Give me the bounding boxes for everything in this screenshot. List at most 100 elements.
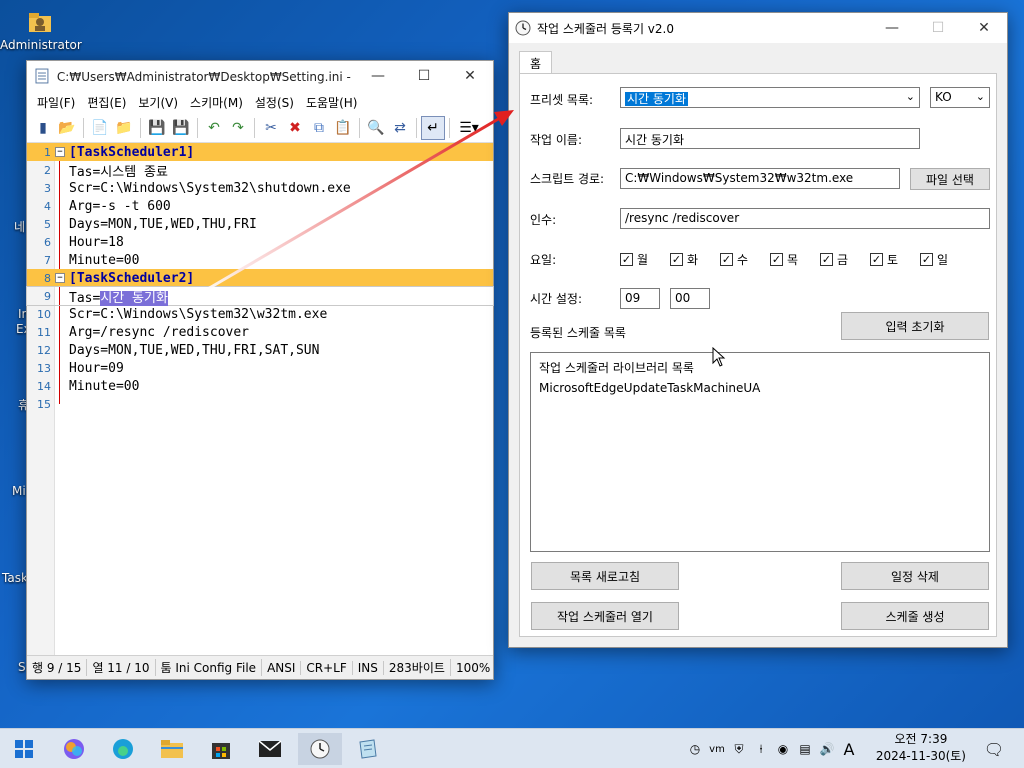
day-checkbox[interactable]: ✓ 월 [620,251,648,268]
day-checkbox[interactable]: ✓ 목 [770,251,798,268]
editor-line[interactable]: 11 Arg=/resync /rediscover [27,323,493,341]
new-file-icon[interactable]: 📄 [88,116,112,140]
close-icon[interactable]: ✕ [447,61,493,91]
delete-schedule-button[interactable]: 일정 삭제 [841,562,989,590]
list-item[interactable]: MicrosoftEdgeUpdateTaskMachineUA [539,381,760,395]
redo-icon[interactable]: ↷ [226,116,250,140]
line-text: Hour=18 [69,234,124,250]
edge-browser-icon[interactable] [103,733,143,765]
notepad-menubar: 파일(F) 편집(E) 보기(V) 스키마(M) 설정(S) 도움말(H) [27,91,493,113]
volume-icon[interactable]: 🔊 [816,742,838,756]
editor-line[interactable]: 6 Hour=18 [27,233,493,251]
time-label: 시간 설정: [530,292,583,306]
network-icon[interactable]: ▤ [794,742,816,756]
scheduler-taskbar-icon[interactable] [298,733,342,765]
hour-input[interactable]: 09 [620,288,660,309]
mouse-cursor-icon [712,347,726,367]
replace-icon[interactable]: ⇄ [388,116,412,140]
start-button[interactable] [4,733,44,765]
day-checkbox[interactable]: ✓ 토 [870,251,898,268]
open-icon[interactable]: 📁 [112,116,136,140]
editor-line[interactable]: 5 Days=MON,TUE,WED,THU,FRI [27,215,493,233]
notepad-app-icon [35,68,49,84]
save-icon[interactable]: 💾 [145,116,169,140]
editor-line[interactable]: 12 Days=MON,TUE,WED,THU,FRI,SAT,SUN [27,341,493,359]
copy-icon[interactable]: ⧉ [307,116,331,140]
vm-tray-icon[interactable]: vm [706,744,728,755]
language-dropdown[interactable]: KO ⌄ [930,87,990,108]
task-name-input[interactable]: 시간 동기화 [620,128,920,149]
fold-toggle-icon[interactable]: − [55,273,65,283]
notification-icon[interactable]: 🗨 [974,733,1014,765]
clock-tray-icon[interactable]: ◷ [684,742,706,756]
editor-line[interactable]: 9 Tas=시간 동기화 [26,286,494,306]
cut-icon[interactable]: ✂ [259,116,283,140]
editor-line[interactable]: 10 Scr=C:\Windows\System32\w32tm.exe [27,305,493,323]
args-input[interactable]: /resync /rediscover [620,208,990,229]
open-folder-icon[interactable]: 📂 [55,116,79,140]
list-item[interactable]: 작업 스케줄러 라이브러리 목록 [539,359,694,376]
preset-selected: 시간 동기화 [625,92,689,106]
script-path-input[interactable]: C:₩Windows₩System32₩w32tm.exe [620,168,900,189]
file-select-button[interactable]: 파일 선택 [910,168,990,190]
reset-input-button[interactable]: 입력 초기화 [841,312,989,340]
delete-icon[interactable]: ✖ [283,116,307,140]
editor-line[interactable]: 15 [27,395,493,413]
menu-file[interactable]: 파일(F) [31,94,81,111]
day-checkbox[interactable]: ✓ 금 [820,251,848,268]
security-shield-icon[interactable]: ⛨ [728,742,750,757]
scheduler-titlebar[interactable]: 작업 스케줄러 등록기 v2.0 — ☐ ✕ [509,13,1007,43]
notebook-icon[interactable]: ▮ [31,116,55,140]
editor-line[interactable]: 8 [TaskScheduler2] − [27,269,493,287]
line-number: 15 [37,397,51,411]
open-task-scheduler-button[interactable]: 작업 스케줄러 열기 [531,602,679,630]
editor-line[interactable]: 13 Hour=09 [27,359,493,377]
file-explorer-icon[interactable] [152,733,192,765]
menu-scheme[interactable]: 스키마(M) [184,94,249,111]
undo-icon[interactable]: ↶ [202,116,226,140]
store-icon[interactable] [201,733,241,765]
list-menu-icon[interactable]: ☰▾ [454,116,484,140]
minute-input[interactable]: 00 [670,288,710,309]
preset-dropdown[interactable]: 시간 동기화 ⌄ [620,87,920,108]
editor-area[interactable]: 1 [TaskScheduler1] −2 Tas=시스템 종료 3 Scr=C:\Win… [26,143,494,655]
save-all-icon[interactable]: 💾 [169,116,193,140]
schedule-list[interactable]: 작업 스케줄러 라이브러리 목록 MicrosoftEdgeUpdateTask… [530,347,990,552]
day-checkbox[interactable]: ✓ 일 [920,251,948,268]
menu-view[interactable]: 보기(V) [132,94,184,111]
editor-line[interactable]: 3 Scr=C:\Windows\System32\shutdown.exe [27,179,493,197]
taskbar-clock[interactable]: 오전 7:39 2024-11-30(토) [876,731,966,765]
editor-line[interactable]: 7 Minute=00 [27,251,493,269]
minimize-icon[interactable]: — [869,13,915,43]
notepad-taskbar-icon[interactable] [348,733,388,765]
minimize-icon[interactable]: — [355,61,401,91]
editor-line[interactable]: 14 Minute=00 [27,377,493,395]
editor-line[interactable]: 4 Arg=-s -t 600 [27,197,493,215]
copilot-icon[interactable] [54,733,94,765]
day-checkbox[interactable]: ✓ 수 [720,251,748,268]
mail-icon[interactable] [250,733,290,765]
webcam-icon[interactable]: ◉ [772,742,794,756]
maximize-icon[interactable]: ☐ [915,13,961,43]
word-wrap-icon[interactable]: ↵ [421,115,445,140]
usb-icon[interactable]: ⍿ [750,742,772,757]
desktop-icon-administrator[interactable]: Administrator [0,8,82,52]
maximize-icon[interactable]: ☐ [401,61,447,91]
editor-line[interactable]: 1 [TaskScheduler1] − [27,143,493,161]
notepad-titlebar[interactable]: C:₩Users₩Administrator₩Desktop₩Setting.i… [27,61,493,91]
day-checkbox[interactable]: ✓ 화 [670,251,698,268]
editor-line[interactable]: 2 Tas=시스템 종료 [27,161,493,180]
menu-help[interactable]: 도움말(H) [300,94,364,111]
fold-toggle-icon[interactable]: − [55,147,65,157]
line-text-prefix: Tas= [69,290,101,306]
create-schedule-button[interactable]: 스케줄 생성 [841,602,989,630]
menu-edit[interactable]: 편집(E) [81,94,132,111]
paste-icon[interactable]: 📋 [331,116,355,140]
refresh-list-button[interactable]: 목록 새로고침 [531,562,679,590]
find-icon[interactable]: 🔍 [364,116,388,140]
close-icon[interactable]: ✕ [961,13,1007,43]
input-language-indicator[interactable]: A [838,740,860,759]
clock-time: 오전 7:39 [894,732,948,746]
menu-settings[interactable]: 설정(S) [249,94,300,111]
tab-home[interactable]: 홈 [519,51,553,73]
